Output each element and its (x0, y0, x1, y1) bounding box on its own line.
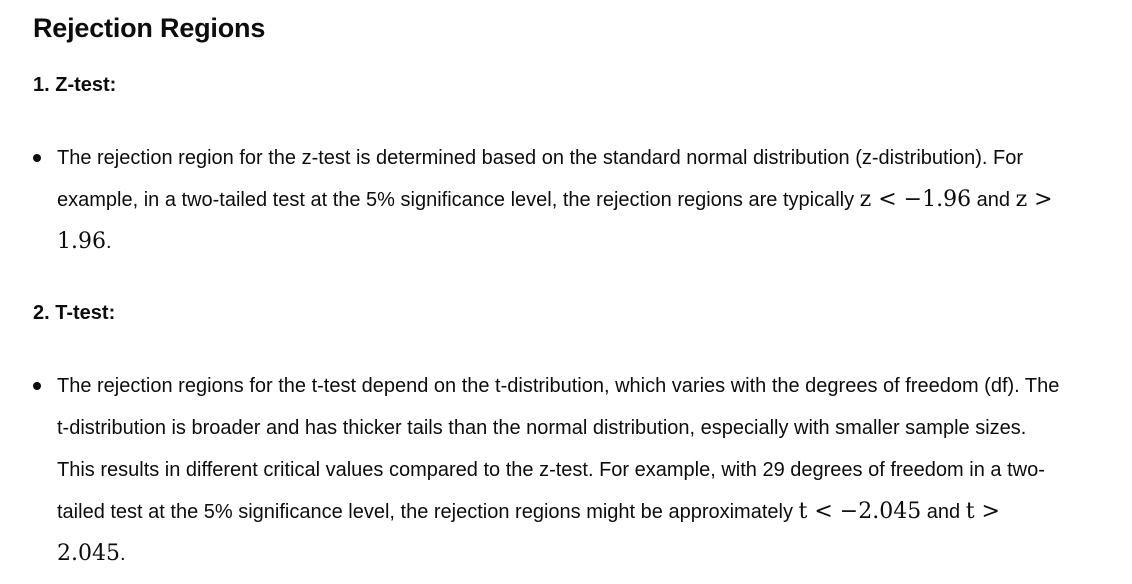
bullet-icon (33, 154, 41, 162)
bullet-end: . (105, 231, 112, 253)
t-test-bullet-list: The rejection regions for the t-test dep… (33, 365, 1068, 575)
math-inequality-lower: t < −2.045 (798, 499, 922, 524)
page-title: Rejection Regions (33, 13, 266, 43)
list-item: The rejection region for the z-test is d… (33, 137, 1068, 263)
section-heading-t-test: 2. T-test: (33, 302, 116, 324)
section-heading-z-test: 1. Z-test: (33, 74, 117, 96)
bullet-end: . (119, 543, 126, 565)
bullet-connector: and (971, 189, 1016, 211)
list-item: The rejection regions for the t-test dep… (33, 365, 1068, 575)
z-test-bullet-list: The rejection region for the z-test is d… (33, 137, 1068, 263)
bullet-connector: and (921, 501, 966, 523)
bullet-icon (33, 382, 41, 390)
math-inequality-lower: z < −1.96 (859, 187, 972, 212)
